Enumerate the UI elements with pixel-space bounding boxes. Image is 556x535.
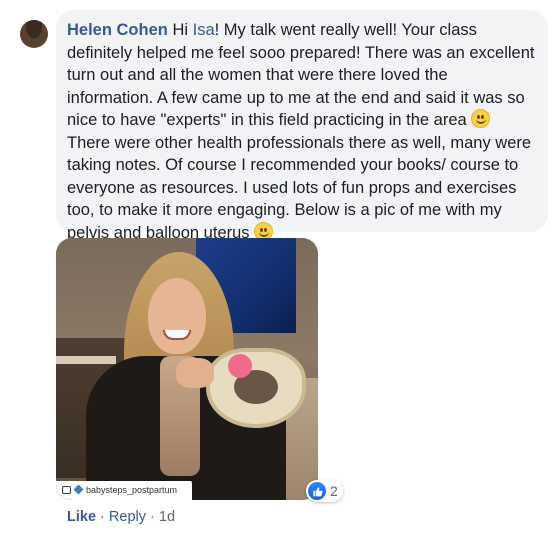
photo-watermark: babysteps_postpartum: [56, 481, 192, 500]
heart-icon: [73, 484, 84, 495]
watermark-label: babysteps_postpartum: [86, 485, 178, 495]
reaction-summary[interactable]: 2: [306, 480, 343, 502]
like-link[interactable]: Like: [67, 509, 96, 525]
comment-actions: Like · Reply · 1d: [67, 507, 175, 527]
mention-link[interactable]: Isa: [193, 21, 215, 39]
comment-text: Hi: [167, 21, 193, 39]
reply-link[interactable]: Reply: [109, 509, 146, 525]
thumbs-up-icon: [308, 482, 326, 500]
comment-photo[interactable]: babysteps_postpartum: [56, 238, 318, 500]
timestamp[interactable]: 1d: [159, 509, 175, 525]
reaction-count: 2: [330, 483, 338, 499]
separator: ·: [96, 509, 109, 525]
smile-emoji-icon: [471, 109, 491, 128]
comment-text: There were other health professionals th…: [67, 133, 532, 242]
comment-bubble: Helen Cohen Hi Isa! My talk went really …: [56, 10, 548, 242]
separator: ·: [145, 509, 159, 525]
avatar[interactable]: [20, 20, 48, 48]
repost-icon: [62, 486, 71, 494]
comment-author[interactable]: Helen Cohen: [67, 21, 168, 39]
